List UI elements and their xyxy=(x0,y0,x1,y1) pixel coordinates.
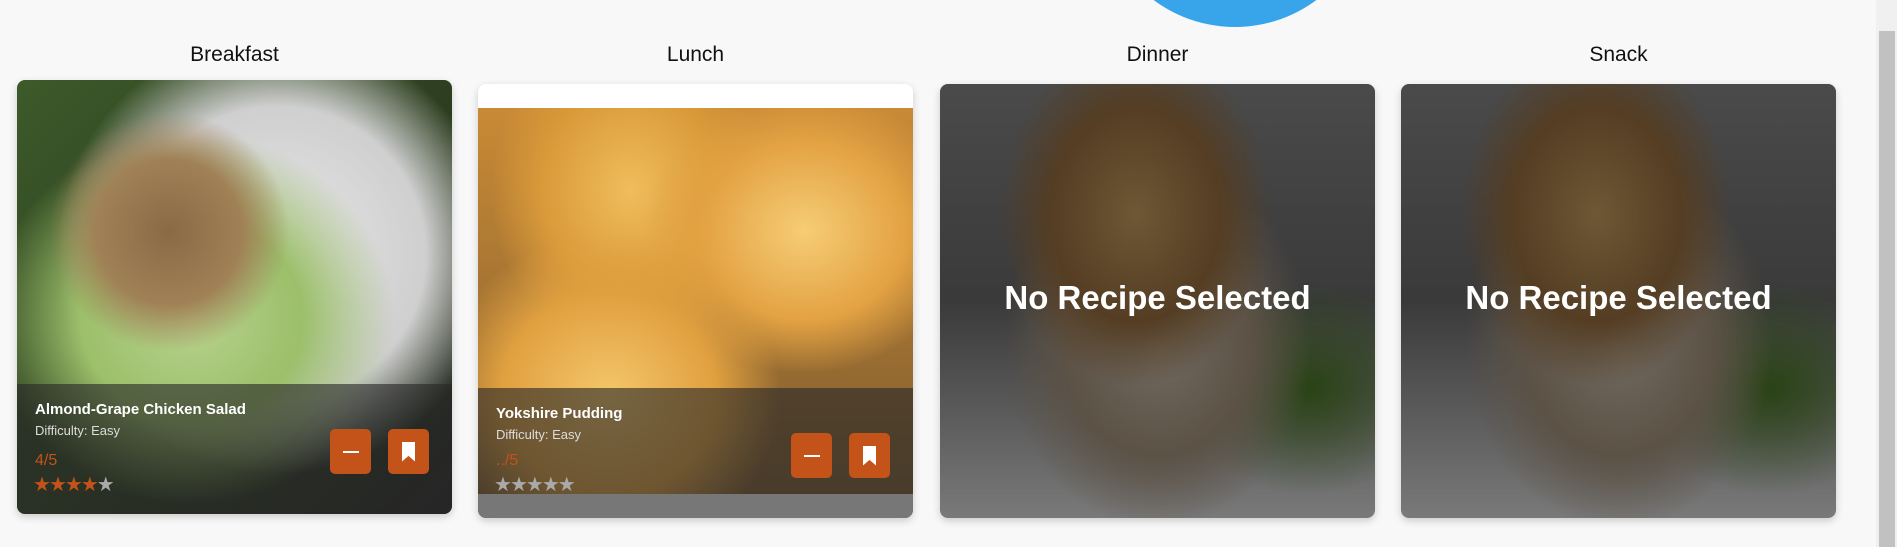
recipe-difficulty: Difficulty: Easy xyxy=(496,427,582,442)
meal-label: Lunch xyxy=(666,43,725,66)
recipe-title: Almond-Grape Chicken Salad xyxy=(35,401,246,418)
star-icon: ★ xyxy=(80,474,99,496)
star-icon: ★ xyxy=(494,474,512,496)
recipe-card[interactable]: Yokshire Pudding Difficulty: Easy ../5 ★… xyxy=(478,84,913,518)
recipe-rating: 4/5 xyxy=(35,452,58,469)
recipe-info: Yokshire Pudding Difficulty: Easy ../5 ★… xyxy=(478,388,913,496)
empty-recipe-card[interactable]: No Recipe Selected xyxy=(1401,84,1836,518)
bookmark-button[interactable] xyxy=(849,433,890,478)
star-icon: ★ xyxy=(64,474,83,496)
remove-button[interactable] xyxy=(791,433,832,478)
scrollbar[interactable] xyxy=(1876,0,1897,547)
remove-button[interactable] xyxy=(330,429,371,474)
bookmark-icon xyxy=(863,445,876,466)
minus-icon xyxy=(342,450,359,453)
card-footer xyxy=(478,494,913,518)
recipe-difficulty: Difficulty: Easy xyxy=(35,423,121,438)
no-recipe-text: No Recipe Selected xyxy=(1004,279,1311,316)
star-icon: ★ xyxy=(48,474,67,496)
star-icon: ★ xyxy=(509,474,528,496)
star-icon: ★ xyxy=(557,474,576,496)
profile-circle xyxy=(1100,0,1370,27)
recipe-card[interactable]: Almond-Grape Chicken Salad Difficulty: E… xyxy=(17,80,452,514)
star-rating: ★★★★★ xyxy=(33,472,115,497)
minus-icon xyxy=(803,454,820,457)
meal-label: Dinner xyxy=(1126,43,1189,66)
bookmark-button[interactable] xyxy=(388,429,429,474)
meal-label: Snack xyxy=(1589,43,1648,66)
recipe-title: Yokshire Pudding xyxy=(496,405,623,422)
star-icon: ★ xyxy=(33,474,51,496)
bookmark-icon xyxy=(402,441,415,462)
meal-label: Breakfast xyxy=(190,43,279,66)
star-icon: ★ xyxy=(525,474,544,496)
star-icon: ★ xyxy=(96,474,115,496)
star-icon: ★ xyxy=(541,474,560,496)
empty-recipe-card[interactable]: No Recipe Selected xyxy=(940,84,1375,518)
recipe-rating: ../5 xyxy=(496,452,519,469)
recipe-info: Almond-Grape Chicken Salad Difficulty: E… xyxy=(17,384,452,514)
scrollbar-thumb[interactable] xyxy=(1879,31,1895,547)
no-recipe-text: No Recipe Selected xyxy=(1465,279,1772,316)
